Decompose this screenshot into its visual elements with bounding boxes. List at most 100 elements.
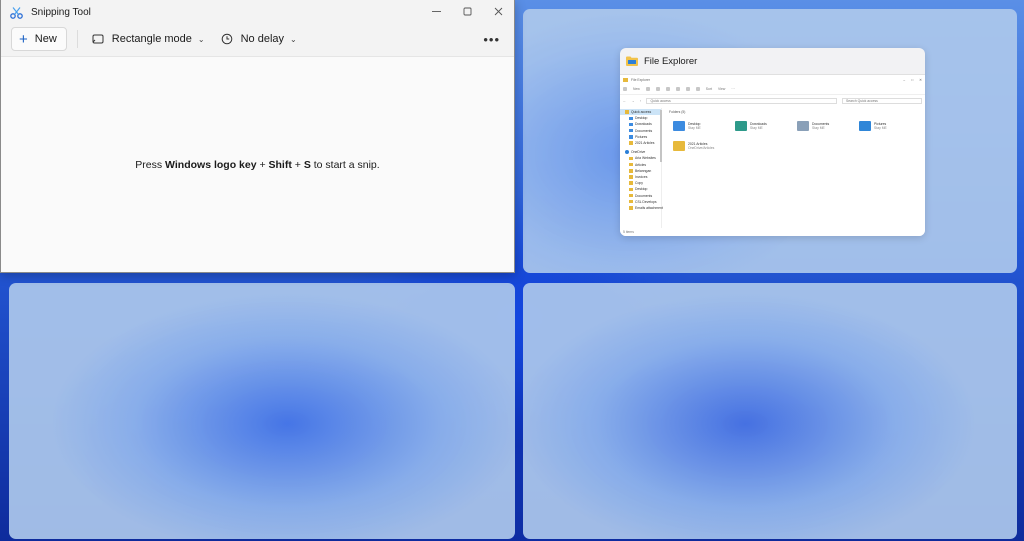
thumbnail-title-bar: File Explorer — [620, 48, 925, 74]
new-snip-button[interactable]: + New — [11, 27, 67, 51]
hint-key-shift: Shift — [268, 158, 292, 171]
fe-nav-scrollbar — [660, 110, 662, 162]
fe-nav-label: Pictures — [635, 134, 648, 139]
up-icon: ↑ — [639, 99, 642, 103]
folder-icon — [629, 156, 633, 161]
folder-icon — [673, 141, 685, 151]
fe-tile-subtext: OneDrive/Articles — [688, 146, 715, 150]
window-title: Snipping Tool — [31, 6, 91, 18]
fe-window-controls: – □ ✕ — [903, 77, 922, 82]
hint-text: to start a snip. — [310, 158, 380, 171]
delete-icon — [695, 87, 700, 91]
rectangle-mode-icon — [92, 34, 104, 44]
more-options-button[interactable]: ••• — [483, 32, 504, 47]
maximize-icon — [463, 7, 472, 15]
folder-icon — [629, 193, 633, 198]
fe-folder-tile: Downloads Stay ME — [735, 116, 797, 136]
folder-icon — [629, 199, 633, 204]
snap-zone-bottom-right[interactable] — [523, 283, 1017, 539]
fe-address-bar: Quick access — [646, 98, 837, 104]
fe-nav-label: Quick access — [631, 110, 652, 115]
plus-icon: + — [19, 30, 28, 48]
snipping-tool-window: Snipping Tool + New Rectangle mode ⌄ No … — [0, 0, 515, 273]
file-explorer-thumbnail[interactable]: File Explorer File Explorer – □ ✕ New Sort… — [620, 48, 925, 236]
folder-icon — [629, 135, 633, 139]
folder-icon — [629, 162, 633, 167]
fe-nav-label: OneDrive — [631, 150, 646, 155]
fe-window-title: File Explorer — [631, 77, 651, 82]
clock-icon — [221, 33, 232, 45]
fe-nav-item: 2021 Articles — [620, 140, 661, 146]
fe-nav-label: Documents — [635, 128, 653, 133]
fe-nav-label: Aria Websites — [635, 156, 656, 161]
fe-address-text: Quick access — [650, 99, 671, 103]
fe-new-label: New — [633, 87, 640, 91]
folder-icon — [629, 181, 633, 185]
hint-plus: + — [291, 158, 304, 171]
folder-icon — [629, 187, 633, 192]
fe-nav-label: Copy — [635, 181, 643, 186]
share-icon — [685, 87, 690, 91]
more-icon: ··· — [731, 87, 735, 91]
folder-icon — [629, 128, 633, 133]
fe-folder-tile: Pictures Stay ME — [859, 116, 921, 136]
folder-icon — [629, 141, 633, 145]
folder-icon — [629, 206, 633, 210]
thumbnail-title: File Explorer — [644, 55, 698, 67]
cut-icon — [645, 87, 650, 91]
minimize-button[interactable] — [421, 0, 452, 22]
back-icon: ← — [623, 99, 627, 103]
fe-nav-label: Belanngan — [635, 168, 652, 173]
title-bar[interactable]: Snipping Tool — [1, 0, 514, 24]
close-button[interactable] — [483, 0, 514, 22]
hint-plus: + — [256, 158, 269, 171]
fe-nav-label: Articles — [635, 162, 647, 167]
toolbar-divider — [76, 30, 78, 48]
fe-folder-tile: Desktop Stay ME — [673, 116, 735, 136]
hint-key-s: S — [303, 158, 311, 171]
fe-status-bar: 5 items — [623, 230, 634, 234]
fe-folder-tiles: Desktop Stay ME Downloads Stay ME Documents S… — [665, 116, 923, 156]
fe-address-row: ← → ↑ Quick access Search Quick access — [620, 95, 925, 107]
fe-folder-tile: 2021 Articles OneDrive/Articles — [673, 136, 735, 156]
folder-icon — [629, 116, 633, 121]
chevron-down-icon: ⌄ — [197, 34, 205, 44]
delay-label: No delay — [240, 33, 285, 45]
paste-icon — [665, 87, 670, 91]
fe-nav-label: Documents — [635, 193, 653, 198]
fe-content-pane: Folders (5) Desktop Stay ME Downloads Stay … — [665, 108, 923, 228]
fe-sort-label: Sort — [705, 87, 713, 91]
fe-nav-label: 2021 Articles — [635, 141, 655, 146]
fe-command-bar: New Sort View ··· — [620, 84, 925, 95]
fe-nav-label: Invoices — [635, 174, 648, 179]
hint-key-windows: Windows logo key — [165, 158, 257, 171]
folder-icon — [625, 110, 629, 114]
delay-dropdown[interactable]: No delay ⌄ — [217, 27, 301, 51]
new-icon — [623, 87, 627, 91]
snap-zone-bottom-left[interactable] — [9, 283, 515, 539]
folder-icon — [797, 121, 809, 131]
snip-mode-dropdown[interactable]: Rectangle mode ⌄ — [88, 27, 209, 51]
fe-folder-tile: Documents Stay ME — [797, 116, 859, 136]
fe-nav-label: Downloads — [635, 122, 652, 127]
chevron-down-icon: ⌄ — [290, 34, 297, 44]
fe-nav-label: Desktop — [635, 116, 648, 121]
fe-group-header: Folders (5) — [669, 110, 686, 114]
maximize-button[interactable] — [452, 0, 483, 22]
start-snip-hint: Press Windows logo key + Shift + S to st… — [135, 159, 379, 171]
file-explorer-preview: File Explorer – □ ✕ New Sort View ··· ← → … — [620, 74, 925, 236]
hint-text: Press — [135, 158, 166, 171]
folder-icon — [623, 77, 628, 82]
fe-tile-subtext: Stay ME — [812, 126, 825, 130]
onedrive-icon — [625, 150, 629, 154]
folder-icon — [735, 121, 747, 131]
fe-tile-subtext: Stay ME — [688, 126, 701, 130]
fe-search-box: Search Quick access — [842, 98, 922, 104]
fe-navigation-pane: Quick access Desktop Downloads Documents Pic… — [620, 108, 663, 228]
folder-icon — [629, 169, 633, 173]
folder-icon — [629, 122, 633, 127]
close-icon — [494, 7, 503, 15]
folder-icon — [859, 121, 871, 131]
fe-tile-subtext: Stay ME — [750, 126, 763, 130]
new-button-label: New — [34, 33, 57, 45]
